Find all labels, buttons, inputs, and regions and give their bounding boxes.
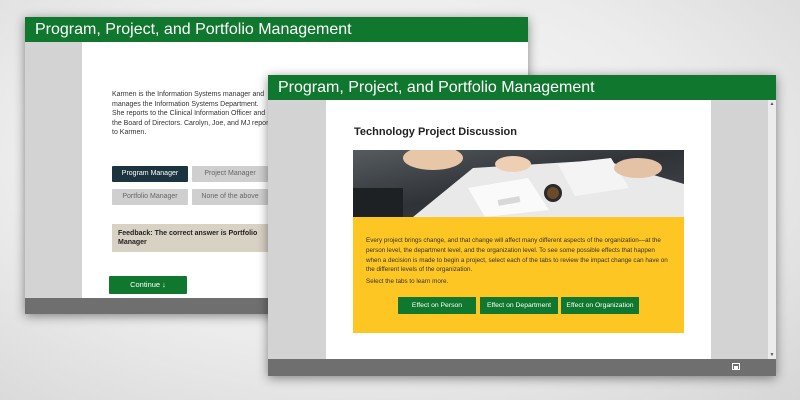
front-window-title: Program, Project, and Portfolio Manageme…	[268, 75, 776, 100]
feedback-box: Feedback: The correct answer is Portfoli…	[112, 224, 292, 252]
tab-effect-on-department[interactable]: Effect on Department	[480, 297, 558, 314]
intro-paragraph: Every project brings change, and that ch…	[366, 237, 668, 274]
right-gutter	[711, 100, 768, 359]
left-gutter	[268, 100, 326, 359]
tab-effect-on-person[interactable]: Effect on Person	[398, 297, 476, 314]
expand-icon[interactable]	[732, 363, 740, 370]
left-gutter	[25, 42, 82, 298]
front-footer-bar	[268, 359, 776, 376]
scroll-up-icon[interactable]: ▲	[768, 100, 776, 108]
scrollbar[interactable]: ▲ ▼	[768, 100, 776, 359]
front-window: Program, Project, and Portfolio Manageme…	[268, 75, 776, 376]
option-none-of-the-above[interactable]: None of the above	[192, 189, 268, 205]
instruction-text: Select the tabs to learn more.	[366, 278, 449, 285]
banner-photo-illustration	[353, 150, 684, 217]
section-heading: Technology Project Discussion	[354, 126, 517, 138]
continue-button[interactable]: Continue ↓	[109, 276, 187, 294]
option-portfolio-manager[interactable]: Portfolio Manager	[112, 189, 188, 205]
option-program-manager[interactable]: Program Manager	[112, 166, 188, 182]
banner-image	[353, 150, 684, 217]
content-panel: Every project brings change, and that ch…	[353, 217, 684, 333]
back-window-title: Program, Project, and Portfolio Manageme…	[25, 17, 528, 42]
scroll-down-icon[interactable]: ▼	[768, 351, 776, 359]
tab-effect-on-organization[interactable]: Effect on Organization	[561, 297, 639, 314]
option-project-manager[interactable]: Project Manager	[192, 166, 268, 182]
question-text: Karmen is the Information Systems manage…	[112, 91, 271, 136]
